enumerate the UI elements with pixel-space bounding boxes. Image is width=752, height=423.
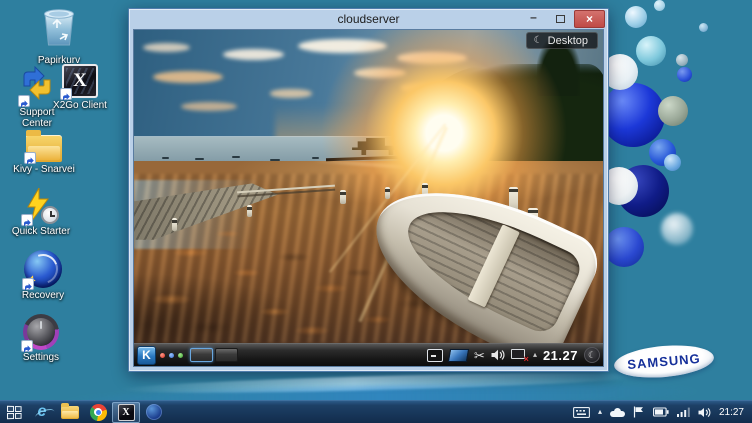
wallpaper-cloud bbox=[143, 42, 191, 52]
bubble bbox=[636, 36, 666, 66]
shortcut-arrow-icon bbox=[21, 340, 33, 352]
desktop-icon-recovery[interactable]: Recovery bbox=[10, 250, 76, 301]
chrome-icon bbox=[89, 403, 107, 421]
settings-knob-icon bbox=[21, 314, 59, 352]
maximize-icon bbox=[556, 15, 565, 23]
windows-taskbar: e X ▴ 21:27 bbox=[0, 400, 752, 423]
plasma-toolbox-label: Desktop bbox=[547, 34, 588, 47]
bubble bbox=[699, 23, 708, 32]
display-screen-shape bbox=[447, 348, 470, 362]
samsung-logo-text: SAMSUNG bbox=[626, 350, 702, 373]
bubble bbox=[677, 67, 692, 82]
kde-panel: K ✂ × ▴ 21.27 ☾ bbox=[134, 343, 603, 366]
virtual-desktop-pager bbox=[190, 348, 238, 362]
wallpaper-cloud bbox=[270, 89, 313, 98]
taskbar-file-explorer[interactable] bbox=[56, 401, 84, 423]
display-tray-icon[interactable] bbox=[447, 348, 470, 362]
kde-clock[interactable]: 21.27 bbox=[543, 348, 578, 363]
wallpaper-post bbox=[340, 189, 347, 204]
battery-icon[interactable] bbox=[653, 407, 669, 417]
close-button[interactable]: × bbox=[574, 10, 605, 28]
tray-expander-icon[interactable]: ▴ bbox=[533, 351, 537, 359]
network-disconnected-icon[interactable]: × bbox=[510, 348, 529, 364]
maximize-button[interactable] bbox=[547, 9, 574, 29]
plasma-desktop-toolbox[interactable]: ☾ Desktop bbox=[525, 32, 598, 49]
virtual-desktop-2[interactable] bbox=[215, 348, 238, 362]
panel-cashew-icon[interactable]: ☾ bbox=[584, 347, 600, 363]
desktop-icon-kivy-snarvei[interactable]: Kivy - Snarvei bbox=[6, 128, 82, 175]
wallpaper-cloud bbox=[180, 101, 238, 111]
bubble bbox=[654, 0, 665, 11]
bubble bbox=[661, 213, 693, 245]
recycle-bin-icon bbox=[38, 4, 80, 53]
bubble bbox=[625, 6, 647, 28]
x2go-taskbar-icon: X bbox=[117, 403, 135, 421]
shortcut-arrow-icon bbox=[60, 88, 72, 100]
bubble bbox=[664, 154, 681, 171]
desktop-icon-recycle-bin[interactable]: Papirkurv bbox=[18, 4, 100, 66]
activity-dot-blue-icon[interactable] bbox=[169, 352, 174, 358]
windows-system-tray: ▴ 21:27 bbox=[573, 401, 752, 423]
taskbar-x2go-active[interactable]: X bbox=[112, 401, 140, 423]
bubble bbox=[601, 83, 665, 147]
activity-dot-red-icon[interactable] bbox=[160, 352, 165, 358]
kde-system-tray: ✂ × ▴ 21.27 ☾ bbox=[427, 347, 600, 363]
kmenu-k-icon: K bbox=[142, 348, 151, 362]
bubble bbox=[676, 54, 688, 66]
recovery-icon bbox=[22, 250, 62, 290]
touch-keyboard-icon[interactable] bbox=[573, 406, 590, 418]
cashew-glyph: ☾ bbox=[587, 349, 597, 360]
taskbar-globe-app[interactable] bbox=[140, 401, 168, 423]
wallpaper-cloud bbox=[152, 70, 224, 84]
shortcut-arrow-icon bbox=[24, 152, 36, 164]
action-center-flag-icon[interactable] bbox=[633, 406, 645, 418]
kde-application-launcher[interactable]: K bbox=[137, 345, 156, 365]
wallpaper-cloud bbox=[223, 48, 285, 60]
virtual-desktop-1[interactable] bbox=[190, 348, 213, 362]
speaker-icon[interactable] bbox=[698, 407, 711, 418]
taskbar-clock[interactable]: 21:27 bbox=[719, 407, 744, 418]
file-explorer-icon bbox=[61, 402, 79, 419]
shortcut-arrow-icon bbox=[21, 214, 33, 226]
wallpaper-post bbox=[171, 217, 177, 231]
desktop-icon-label: Quick Starter bbox=[11, 226, 71, 237]
start-button[interactable] bbox=[0, 401, 28, 423]
desktop-icon-settings[interactable]: Settings bbox=[8, 314, 74, 363]
red-x-overlay: × bbox=[523, 353, 529, 364]
bubble bbox=[604, 227, 644, 267]
klipper-scissors-icon[interactable]: ✂ bbox=[474, 349, 485, 362]
quick-starter-icon bbox=[21, 186, 59, 226]
windows-logo-icon bbox=[6, 405, 22, 419]
activity-dot-green-icon[interactable] bbox=[178, 352, 183, 358]
terminal-tray-icon[interactable] bbox=[427, 348, 444, 362]
desktop-icon-quick-starter[interactable]: Quick Starter bbox=[4, 186, 78, 237]
desktop-icon-label: Kivy - Snarvei bbox=[13, 164, 75, 175]
remote-desktop-viewport[interactable]: ☾ Desktop K ✂ × ▴ 21.27 ☾ bbox=[133, 29, 604, 367]
kde-desktop-wallpaper[interactable]: ☾ Desktop bbox=[134, 30, 603, 343]
window-titlebar[interactable]: cloudserver – × bbox=[129, 9, 608, 29]
cloudserver-window: cloudserver – × ☾ Desktop K ✂ × ▴ 21.27 … bbox=[128, 8, 609, 372]
show-hidden-icons[interactable]: ▴ bbox=[598, 408, 602, 416]
desktop-icon-x2go-client[interactable]: X X2Go Client bbox=[48, 64, 112, 111]
network-signal-icon[interactable] bbox=[676, 407, 690, 417]
shortcut-arrow-icon bbox=[18, 95, 30, 107]
wallpaper-small-boat bbox=[232, 155, 241, 158]
onedrive-cloud-icon[interactable] bbox=[609, 407, 625, 417]
folder-icon bbox=[24, 128, 62, 164]
wallpaper-post bbox=[246, 205, 252, 218]
internet-explorer-icon: e bbox=[37, 403, 47, 420]
clock-face-icon bbox=[41, 206, 59, 224]
x2go-client-icon: X bbox=[60, 64, 98, 100]
bubble bbox=[658, 96, 688, 126]
taskbar-internet-explorer[interactable]: e bbox=[28, 401, 56, 423]
minimize-button[interactable]: – bbox=[520, 9, 547, 29]
plasma-cashew-icon: ☾ bbox=[533, 35, 543, 46]
taskbar-chrome[interactable] bbox=[84, 401, 112, 423]
shortcut-arrow-icon bbox=[22, 278, 34, 290]
globe-app-icon bbox=[146, 404, 162, 420]
volume-icon[interactable] bbox=[491, 349, 505, 361]
wallpaper-small-boat bbox=[162, 156, 170, 159]
